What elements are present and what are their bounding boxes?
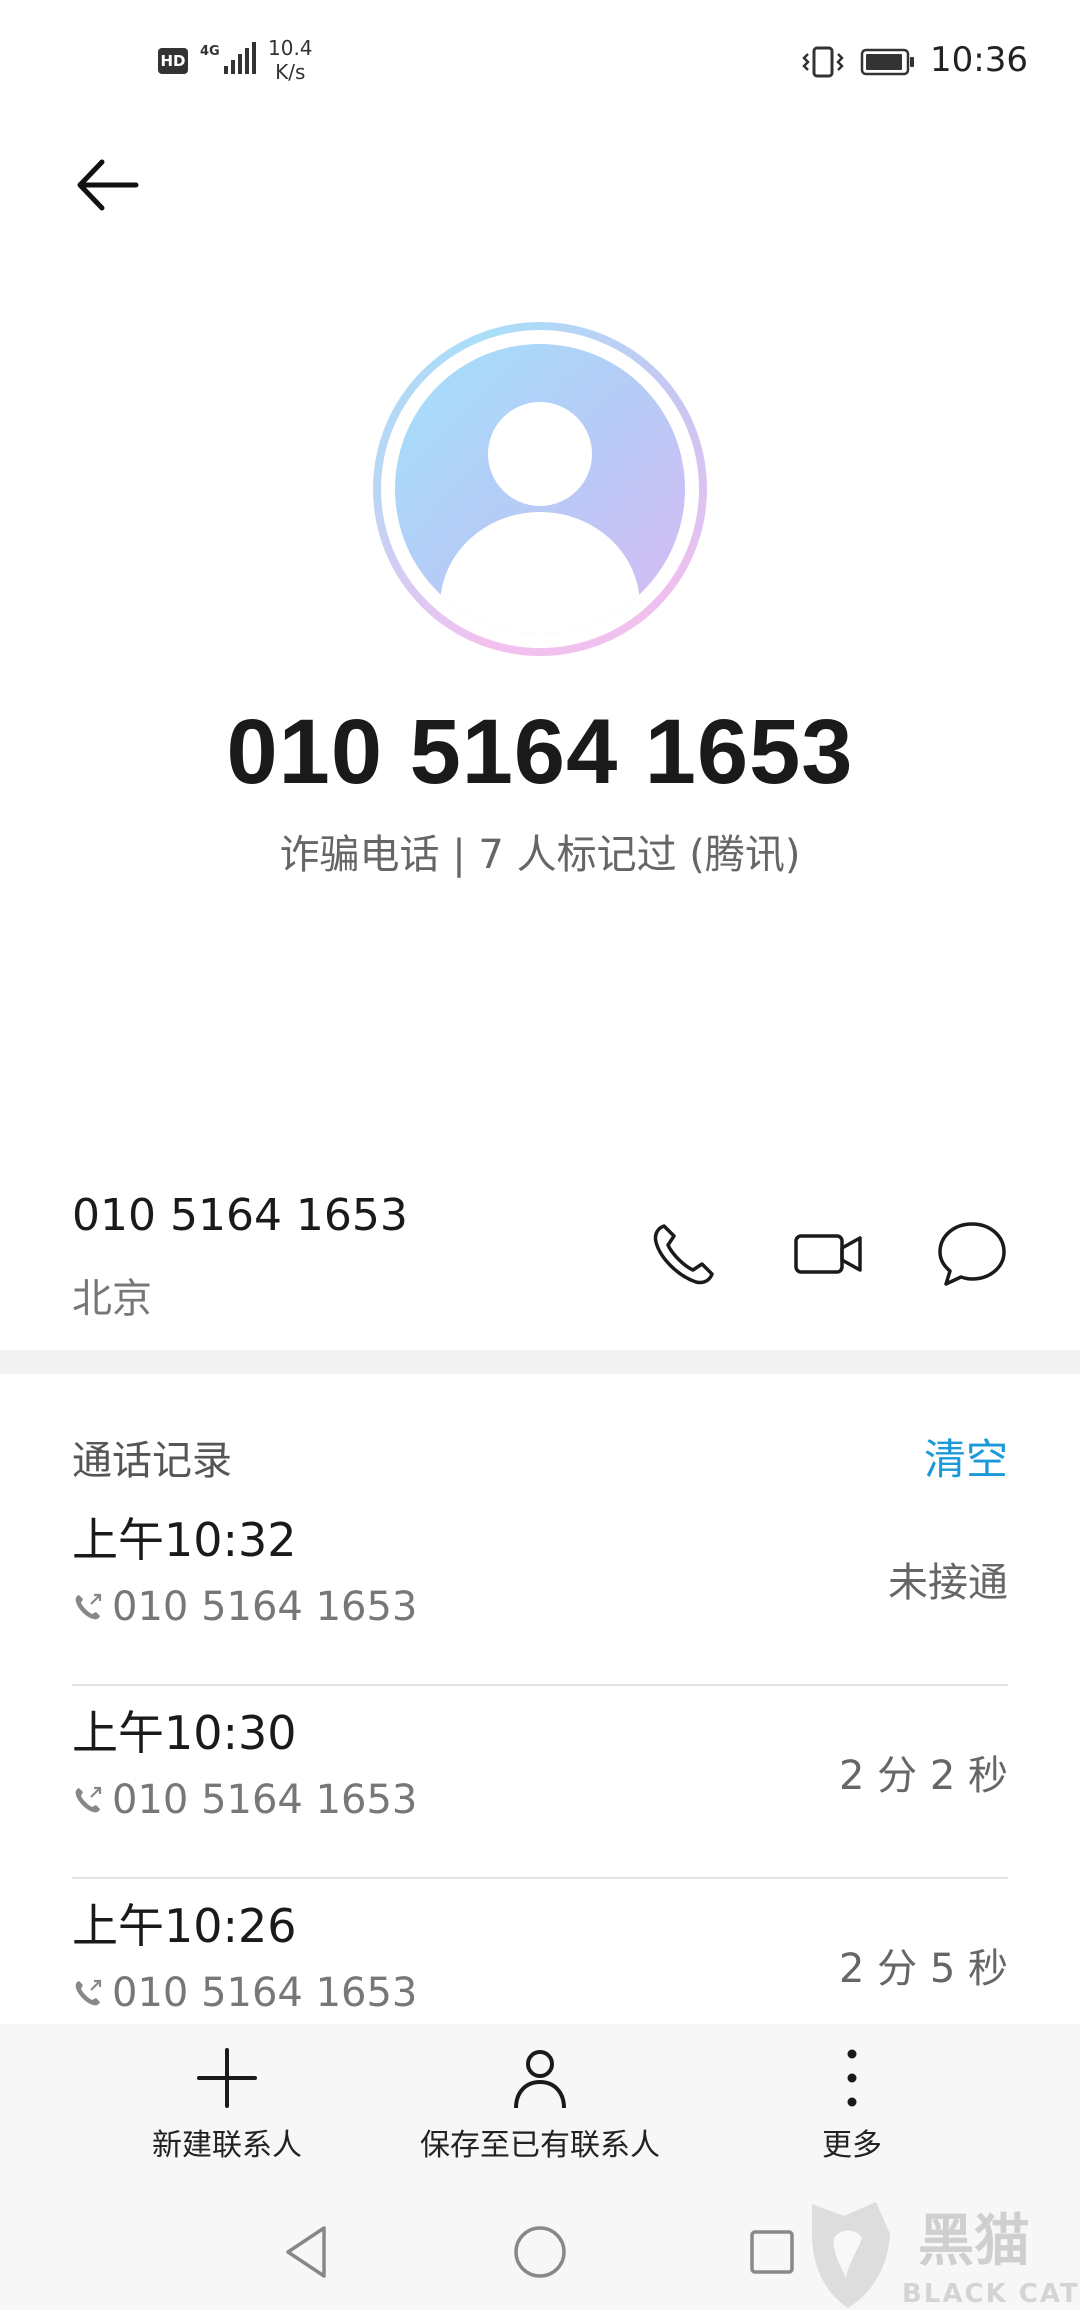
person-silhouette-icon [395,344,685,634]
call-log-row[interactable]: 上午10:32 010 5164 1653 未接通 [72,1494,1008,1686]
network-type: 4G [200,44,220,59]
status-time: 10:36 [930,40,1028,80]
call-number: 010 5164 1653 [112,1584,418,1630]
call-number: 010 5164 1653 [112,1970,418,2016]
new-contact-button[interactable]: 新建联系人 [77,2046,377,2164]
call-time: 上午10:32 [72,1513,297,1567]
new-contact-label: 新建联系人 [152,2128,302,2163]
hd-indicator: HD [158,48,188,74]
contact-avatar [373,322,707,656]
contact-number-title: 010 5164 1653 [226,701,854,803]
nav-back-icon[interactable] [276,2220,340,2284]
back-arrow-icon[interactable] [72,150,142,220]
outgoing-call-icon [75,1786,102,1813]
battery-icon [860,48,914,76]
net-speed-value: 10.4 [268,36,313,60]
save-to-existing-label: 保存至已有联系人 [420,2128,660,2163]
more-button[interactable]: 更多 [702,2046,1002,2164]
clear-button[interactable]: 清空 [924,1426,1008,1487]
number-location: 北京 [72,1276,152,1322]
phone-number[interactable]: 010 5164 1653 [72,1190,408,1241]
more-vertical-icon [847,2049,857,2107]
more-label: 更多 [822,2128,882,2163]
row-divider [72,1877,1008,1879]
call-number-line: 010 5164 1653 [72,1777,417,1823]
spam-tag: 诈骗电话 | 7 人标记过 (腾讯) [279,832,801,878]
nav-home-icon[interactable] [508,2220,572,2284]
call-time: 上午10:30 [72,1706,297,1760]
message-icon[interactable] [934,1216,1010,1292]
save-to-existing-button[interactable]: 保存至已有联系人 [390,2046,690,2164]
net-speed: 10.4 K/s [268,36,313,84]
call-status: 未接通 [888,1560,1008,1606]
net-speed-unit: K/s [275,60,306,84]
status-bar: HD 4G 10.4 K/s 10:36 [0,0,1080,120]
call-time: 上午10:26 [72,1899,297,1953]
cat-shield-logo-icon: 黑猫 BLACK CAT [812,2202,1080,2309]
call-log-title: 通话记录 [72,1438,232,1484]
watermark-en: BLACK CAT [902,2279,1080,2309]
call-number: 010 5164 1653 [112,1777,418,1823]
section-divider [0,1350,1080,1374]
video-call-icon[interactable] [790,1216,866,1292]
watermark-cn: 黑猫 [918,2209,1030,2274]
call-number-line: 010 5164 1653 [72,1970,417,2016]
signal-icon [224,42,256,74]
outgoing-call-icon [75,1593,102,1620]
row-divider [72,1684,1008,1686]
call-log-row[interactable]: 上午10:30 010 5164 1653 2 分 2 秒 [72,1687,1008,1879]
phone-call-icon[interactable] [646,1216,722,1292]
nav-recent-icon[interactable] [740,2220,804,2284]
blackcat-watermark: 黑猫 BLACK CAT [808,2194,1080,2310]
vibrate-icon [802,46,844,78]
call-duration: 2 分 2 秒 [838,1753,1008,1799]
call-number-line: 010 5164 1653 [72,1584,417,1630]
plus-icon [197,2048,257,2108]
person-icon [514,2050,566,2109]
outgoing-call-icon [75,1979,102,2006]
call-duration: 2 分 5 秒 [838,1946,1008,1992]
